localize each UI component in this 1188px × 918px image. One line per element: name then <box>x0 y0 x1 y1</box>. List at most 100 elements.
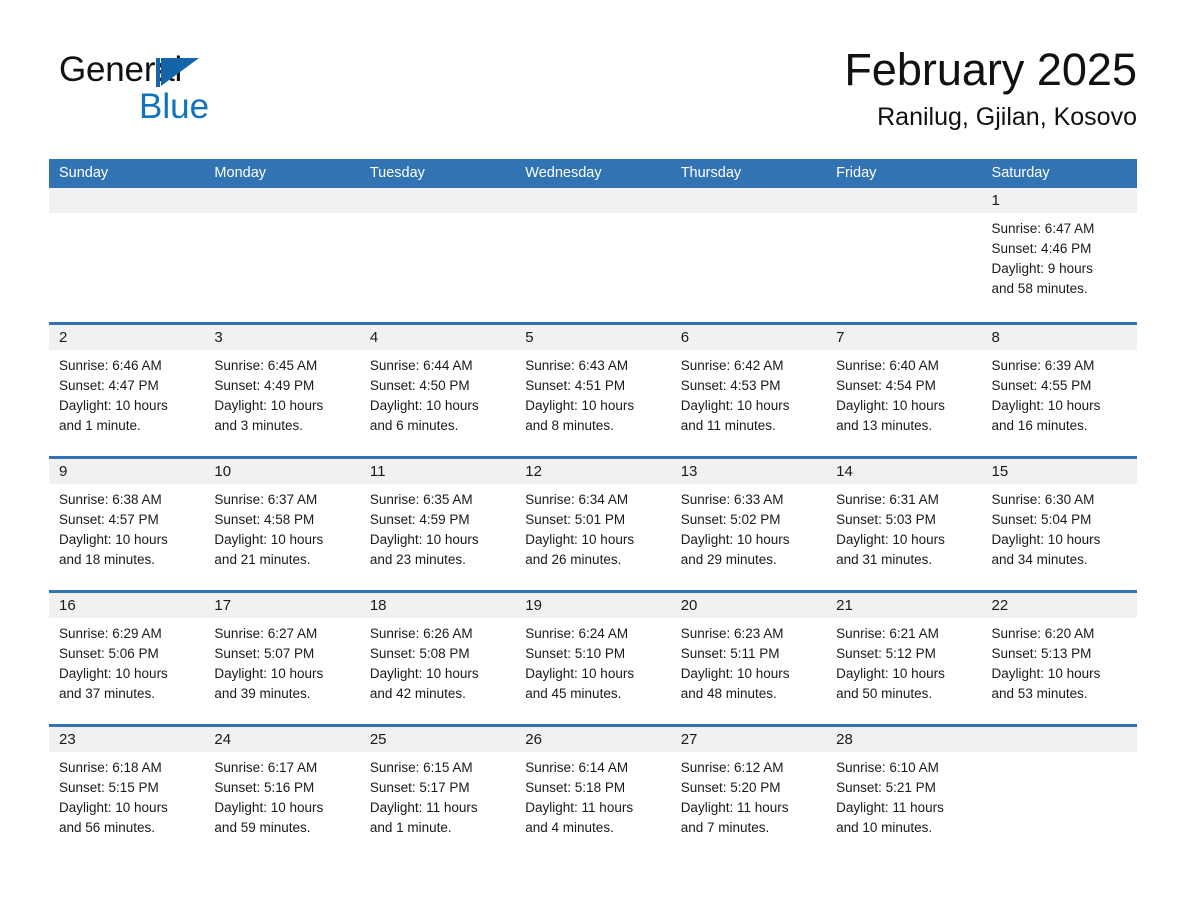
sunset-text: Sunset: 5:21 PM <box>836 780 936 795</box>
calendar-day-cell[interactable]: 1 Sunrise: 6:47 AM Sunset: 4:46 PM Daylight… <box>981 188 1137 316</box>
day-number: 23 <box>49 727 205 752</box>
calendar-day-cell[interactable]: 14 Sunrise: 6:31 AM Sunset: 5:03 PM Dayligh… <box>826 459 982 584</box>
day-number <box>515 188 671 213</box>
sunrise-text: Sunrise: 6:34 AM <box>525 492 629 507</box>
calendar-day-cell[interactable]: 22 Sunrise: 6:20 AM Sunset: 5:13 PM Dayligh… <box>981 593 1137 718</box>
sunrise-text: Sunrise: 6:40 AM <box>836 358 939 373</box>
daylight-text-line2: and 50 minutes. <box>836 686 933 701</box>
calendar-day-cell[interactable]: 2 Sunrise: 6:46 AM Sunset: 4:47 PM Daylight… <box>49 325 205 450</box>
calendar-day-cell[interactable]: 20 Sunrise: 6:23 AM Sunset: 5:11 PM Dayligh… <box>670 593 827 718</box>
sunrise-text: Sunrise: 6:23 AM <box>680 626 784 641</box>
day-number <box>670 188 827 213</box>
title-block: February 2025 Ranilug, Gjilan, Kosovo <box>844 42 1137 134</box>
calendar-day-cell[interactable]: 16 Sunrise: 6:29 AM Sunset: 5:06 PM Dayligh… <box>49 593 205 718</box>
day-sun-info: Sunrise: 6:27 AM Sunset: 5:07 PM Daylight:… <box>204 618 359 704</box>
calendar-day-cell[interactable]: 8 Sunrise: 6:39 AM Sunset: 4:55 PM Daylight… <box>981 325 1137 450</box>
calendar-day-cell[interactable]: 24 Sunrise: 6:17 AM Sunset: 5:16 PM Dayligh… <box>204 727 360 852</box>
sunset-text: Sunset: 4:46 PM <box>991 241 1092 256</box>
daylight-text-line2: and 21 minutes. <box>214 552 311 567</box>
daylight-text-line1: Daylight: 10 hours <box>214 666 324 681</box>
sunset-text: Sunset: 4:55 PM <box>991 378 1092 393</box>
calendar-day-cell[interactable]: 10 Sunrise: 6:37 AM Sunset: 4:58 PM Dayligh… <box>204 459 360 584</box>
day-number: 20 <box>670 593 827 618</box>
weekday-header-sunday: Sunday <box>59 165 109 181</box>
daylight-text-line1: Daylight: 10 hours <box>369 398 479 413</box>
sunset-text: Sunset: 5:17 PM <box>369 780 470 795</box>
logo-bar-icon <box>156 58 160 87</box>
calendar-day-cell[interactable]: 13 Sunrise: 6:33 AM Sunset: 5:02 PM Dayligh… <box>670 459 827 584</box>
calendar-day-cell[interactable]: 15 Sunrise: 6:30 AM Sunset: 5:04 PM Dayligh… <box>981 459 1137 584</box>
day-number: 2 <box>49 325 205 350</box>
sunset-text: Sunset: 4:50 PM <box>369 378 470 393</box>
calendar-empty-cell <box>826 188 982 316</box>
sunset-text: Sunset: 5:10 PM <box>525 646 626 661</box>
daylight-text-line2: and 58 minutes. <box>991 281 1088 296</box>
calendar-day-cell[interactable]: 5 Sunrise: 6:43 AM Sunset: 4:51 PM Daylight… <box>515 325 671 450</box>
daylight-text-line2: and 34 minutes. <box>991 552 1088 567</box>
daylight-text-line1: Daylight: 10 hours <box>525 398 635 413</box>
calendar-week-row: 1 Sunrise: 6:47 AM Sunset: 4:46 PM Daylight… <box>49 188 1137 316</box>
sunset-text: Sunset: 4:54 PM <box>836 378 936 393</box>
day-sun-info: Sunrise: 6:37 AM Sunset: 4:58 PM Daylight:… <box>204 484 359 570</box>
general-blue-logo[interactable]: General Blue <box>59 50 359 140</box>
daylight-text-line2: and 1 minute. <box>369 820 452 835</box>
daylight-text-line2: and 29 minutes. <box>680 552 777 567</box>
day-number <box>359 188 516 213</box>
sunset-text: Sunset: 5:13 PM <box>991 646 1092 661</box>
sunset-text: Sunset: 4:51 PM <box>525 378 626 393</box>
calendar-page: General Blue February 2025 Ranilug, Gjil… <box>0 0 1188 918</box>
sunrise-text: Sunrise: 6:27 AM <box>214 626 318 641</box>
daylight-text-line1: Daylight: 10 hours <box>59 800 168 815</box>
day-sun-info: Sunrise: 6:10 AM Sunset: 5:21 PM Daylight:… <box>826 752 981 838</box>
day-sun-info: Sunrise: 6:44 AM Sunset: 4:50 PM Daylight:… <box>360 350 515 436</box>
day-number: 18 <box>359 593 516 618</box>
day-number: 21 <box>826 593 982 618</box>
daylight-text-line2: and 6 minutes. <box>369 418 459 433</box>
calendar-empty-cell <box>204 188 360 316</box>
calendar-day-cell[interactable]: 4 Sunrise: 6:44 AM Sunset: 4:50 PM Daylight… <box>359 325 516 450</box>
calendar-day-cell[interactable]: 21 Sunrise: 6:21 AM Sunset: 5:12 PM Dayligh… <box>826 593 982 718</box>
sunset-text: Sunset: 4:49 PM <box>214 378 315 393</box>
calendar-day-cell[interactable]: 9 Sunrise: 6:38 AM Sunset: 4:57 PM Daylight… <box>49 459 205 584</box>
calendar-empty-cell <box>359 188 516 316</box>
sunrise-text: Sunrise: 6:21 AM <box>836 626 939 641</box>
daylight-text-line2: and 16 minutes. <box>991 418 1088 433</box>
sunset-text: Sunset: 5:11 PM <box>680 646 780 661</box>
calendar-week-row: 9 Sunrise: 6:38 AM Sunset: 4:57 PM Daylight… <box>49 456 1137 584</box>
calendar-day-cell[interactable]: 12 Sunrise: 6:34 AM Sunset: 5:01 PM Dayligh… <box>515 459 671 584</box>
sunset-text: Sunset: 5:02 PM <box>680 512 781 527</box>
logo-triangle-icon <box>161 58 199 86</box>
calendar-day-cell[interactable]: 11 Sunrise: 6:35 AM Sunset: 4:59 PM Dayligh… <box>359 459 516 584</box>
day-number: 7 <box>826 325 982 350</box>
calendar-day-cell[interactable]: 7 Sunrise: 6:40 AM Sunset: 4:54 PM Daylight… <box>826 325 982 450</box>
calendar-day-cell[interactable]: 23 Sunrise: 6:18 AM Sunset: 5:15 PM Dayligh… <box>49 727 205 852</box>
calendar-day-cell[interactable]: 17 Sunrise: 6:27 AM Sunset: 5:07 PM Dayligh… <box>204 593 360 718</box>
calendar-day-cell[interactable]: 18 Sunrise: 6:26 AM Sunset: 5:08 PM Dayligh… <box>359 593 516 718</box>
sunrise-text: Sunrise: 6:29 AM <box>59 626 162 641</box>
day-number <box>981 727 1137 752</box>
calendar-day-cell[interactable]: 3 Sunrise: 6:45 AM Sunset: 4:49 PM Daylight… <box>204 325 360 450</box>
sunset-text: Sunset: 5:04 PM <box>991 512 1092 527</box>
day-sun-info: Sunrise: 6:42 AM Sunset: 4:53 PM Daylight:… <box>671 350 826 436</box>
day-sun-info: Sunrise: 6:12 AM Sunset: 5:20 PM Daylight:… <box>671 752 826 838</box>
sunset-text: Sunset: 5:07 PM <box>214 646 315 661</box>
calendar-week-row: 23 Sunrise: 6:18 AM Sunset: 5:15 PM Dayligh… <box>49 724 1137 852</box>
day-sun-info: Sunrise: 6:30 AM Sunset: 5:04 PM Daylight:… <box>982 484 1137 570</box>
location-subtitle: Ranilug, Gjilan, Kosovo <box>877 103 1137 131</box>
daylight-text-line2: and 31 minutes. <box>836 552 933 567</box>
calendar-day-cell[interactable]: 19 Sunrise: 6:24 AM Sunset: 5:10 PM Dayligh… <box>515 593 671 718</box>
day-sun-info: Sunrise: 6:33 AM Sunset: 5:02 PM Daylight:… <box>671 484 826 570</box>
sunrise-text: Sunrise: 6:31 AM <box>836 492 939 507</box>
sunrise-text: Sunrise: 6:12 AM <box>680 760 784 775</box>
day-sun-info: Sunrise: 6:45 AM Sunset: 4:49 PM Daylight:… <box>204 350 359 436</box>
sunrise-text: Sunrise: 6:24 AM <box>525 626 629 641</box>
day-sun-info: Sunrise: 6:39 AM Sunset: 4:55 PM Daylight:… <box>982 350 1137 436</box>
calendar-day-cell[interactable]: 6 Sunrise: 6:42 AM Sunset: 4:53 PM Daylight… <box>670 325 827 450</box>
calendar-day-cell[interactable]: 27 Sunrise: 6:12 AM Sunset: 5:20 PM Dayligh… <box>670 727 827 852</box>
daylight-text-line2: and 53 minutes. <box>991 686 1088 701</box>
calendar-day-cell[interactable]: 25 Sunrise: 6:15 AM Sunset: 5:17 PM Dayligh… <box>359 727 516 852</box>
calendar-day-cell[interactable]: 28 Sunrise: 6:10 AM Sunset: 5:21 PM Dayligh… <box>826 727 982 852</box>
daylight-text-line1: Daylight: 10 hours <box>214 398 324 413</box>
sunset-text: Sunset: 5:16 PM <box>214 780 315 795</box>
calendar-day-cell[interactable]: 26 Sunrise: 6:14 AM Sunset: 5:18 PM Dayligh… <box>515 727 671 852</box>
